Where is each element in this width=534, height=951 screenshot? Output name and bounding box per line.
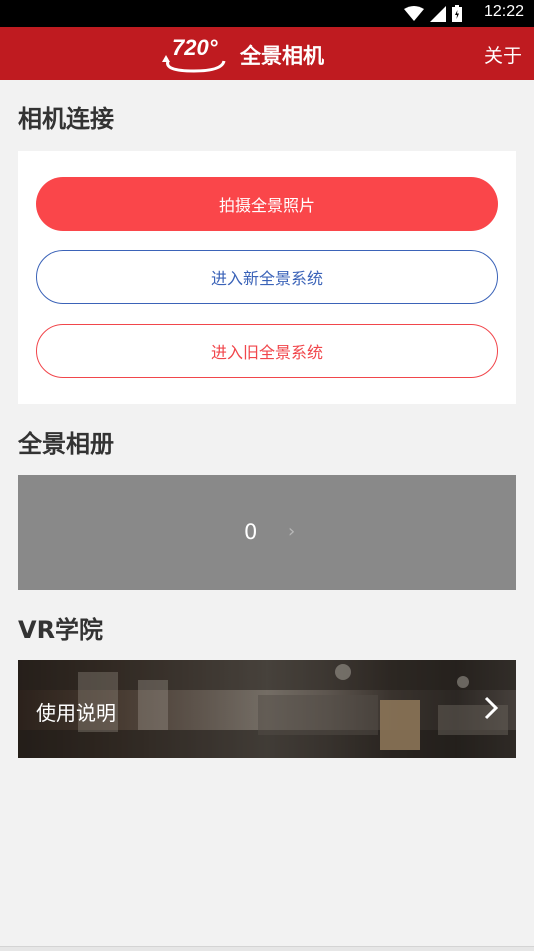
album-panel[interactable]: 0 › bbox=[18, 475, 516, 590]
camera-section-title: 相机连接 bbox=[18, 105, 114, 133]
about-button[interactable]: 关于 bbox=[484, 41, 522, 68]
vr-section-title: VR学院 bbox=[18, 616, 104, 644]
capture-panorama-button[interactable]: 拍摄全景照片 bbox=[36, 177, 498, 231]
new-system-button[interactable]: 进入新全景系统 bbox=[36, 250, 498, 304]
instructions-banner[interactable]: 使用说明 bbox=[18, 660, 516, 758]
album-section-title: 全景相册 bbox=[18, 430, 114, 458]
app-title: 全景相机 bbox=[240, 44, 324, 68]
instructions-label: 使用说明 bbox=[36, 701, 116, 725]
status-bar: 12:22 bbox=[0, 0, 534, 27]
album-count: 0 bbox=[244, 520, 258, 544]
camera-card: 拍摄全景照片 进入新全景系统 进入旧全景系统 bbox=[18, 151, 516, 404]
wifi-icon bbox=[404, 5, 424, 21]
status-icons bbox=[404, 4, 462, 23]
app-bar: 720° 全景相机 关于 bbox=[0, 27, 534, 80]
battery-icon bbox=[452, 5, 462, 22]
chevron-right-icon: › bbox=[288, 521, 296, 542]
logo-text: 720° bbox=[172, 35, 218, 60]
old-system-button[interactable]: 进入旧全景系统 bbox=[36, 324, 498, 378]
signal-icon bbox=[430, 5, 446, 22]
bottom-divider bbox=[0, 946, 534, 951]
status-time: 12:22 bbox=[483, 3, 524, 20]
chevron-right-icon bbox=[484, 696, 498, 720]
app-logo: 720° bbox=[162, 35, 226, 73]
